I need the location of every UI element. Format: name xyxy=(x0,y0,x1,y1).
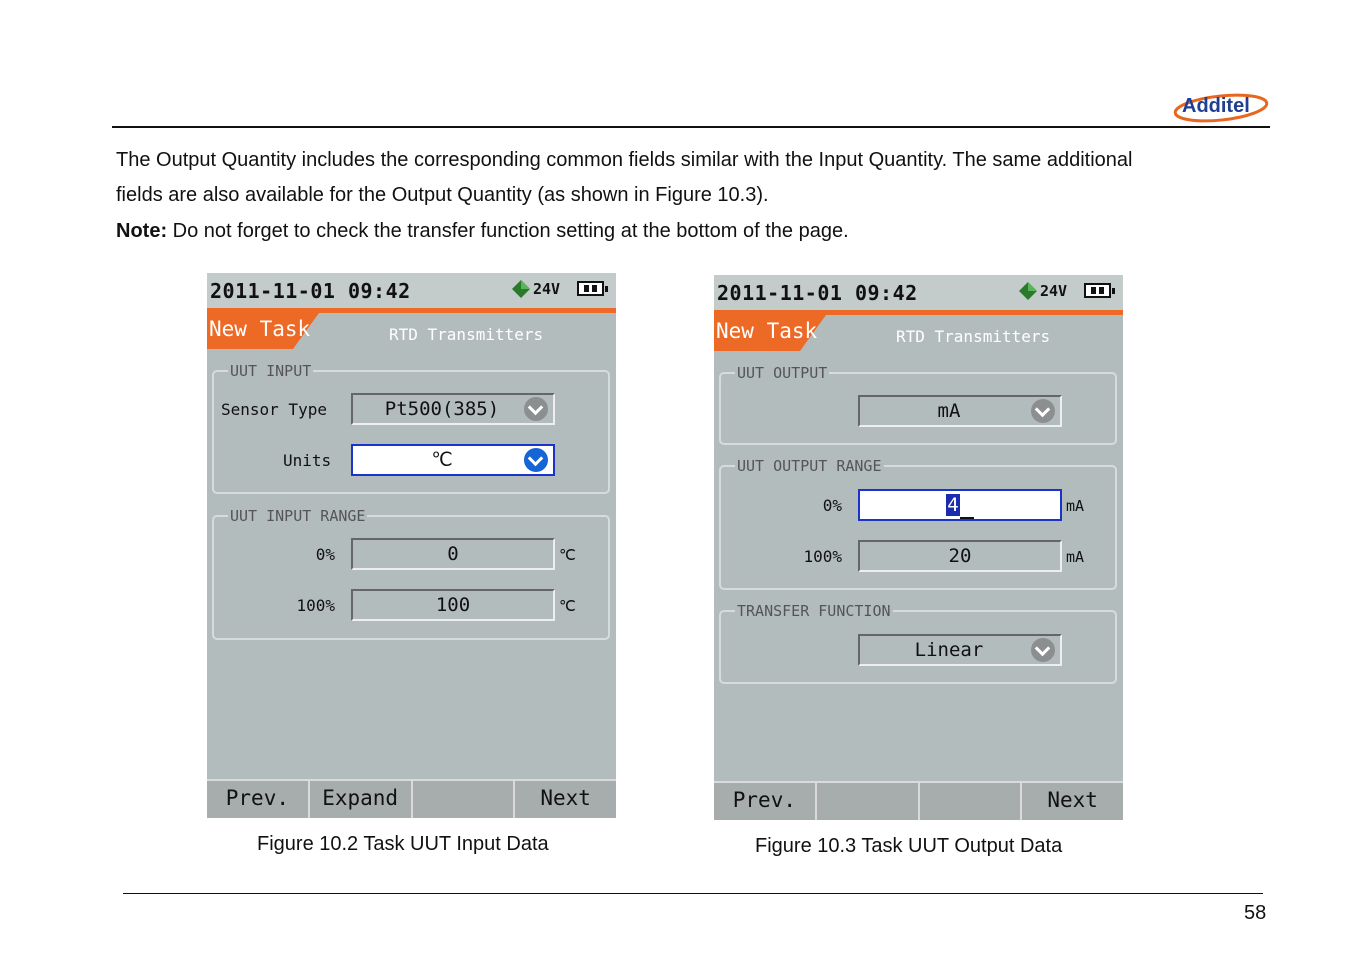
group-title: UUT OUTPUT RANGE xyxy=(735,457,884,475)
zero-percent-label: 0% xyxy=(315,545,335,564)
chevron-down-icon[interactable] xyxy=(1031,399,1055,423)
softkey-bar: Prev. Next xyxy=(714,781,1123,820)
paragraph-line-1: The Output Quantity includes the corresp… xyxy=(116,149,1133,171)
voltage-label: 24V xyxy=(533,280,561,298)
next-button[interactable]: Next xyxy=(515,779,616,818)
text-cursor xyxy=(959,501,974,519)
power-icon xyxy=(512,280,530,298)
full-percent-label: 100% xyxy=(296,596,335,615)
next-button[interactable]: Next xyxy=(1022,781,1123,820)
logo-text: Additel xyxy=(1182,95,1250,117)
softkey-bar: Prev. Expand Next xyxy=(207,779,616,818)
tab-new-task[interactable]: New Task xyxy=(716,319,817,343)
battery-icon xyxy=(577,281,608,296)
full-percent-label: 100% xyxy=(803,547,842,566)
task-subtitle: RTD Transmitters xyxy=(896,327,1051,346)
zero-unit: mA xyxy=(1066,497,1085,515)
header-rule xyxy=(112,126,1270,128)
transfer-function-select[interactable]: Linear xyxy=(858,634,1062,666)
additel-logo: Additel xyxy=(1172,88,1270,124)
sensor-type-label: Sensor Type xyxy=(221,400,327,419)
sensor-type-value: Pt500(385) xyxy=(384,398,500,420)
units-value: ℃ xyxy=(431,449,453,471)
output-unit-select[interactable]: mA xyxy=(858,395,1062,427)
blank-softkey[interactable] xyxy=(816,781,920,820)
figure-10-3-caption: Figure 10.3 Task UUT Output Data xyxy=(755,835,1063,857)
datetime: 2011-11-01 09:42 xyxy=(717,281,918,305)
full-unit: mA xyxy=(1066,548,1085,566)
chevron-down-icon[interactable] xyxy=(1031,638,1055,662)
note-label: Note: xyxy=(116,220,168,242)
figure-10-2-caption: Figure 10.2 Task UUT Input Data xyxy=(257,833,549,855)
units-select[interactable]: ℃ xyxy=(351,444,555,476)
blank-softkey[interactable] xyxy=(412,779,516,818)
expand-button[interactable]: Expand xyxy=(309,779,413,818)
note-line: Note: Do not forget to check the transfe… xyxy=(116,219,849,243)
zero-value-text: 4 xyxy=(946,494,960,516)
full-unit: ℃ xyxy=(559,597,576,615)
group-uut-input-range: UUT INPUT RANGE xyxy=(212,507,610,640)
tab-new-task[interactable]: New Task xyxy=(209,317,310,341)
group-title: UUT INPUT xyxy=(228,362,314,380)
battery-icon xyxy=(1084,283,1115,298)
note-text: Do not forget to check the transfer func… xyxy=(167,220,849,242)
paragraph-line-2: fields are also available for the Output… xyxy=(116,184,769,206)
chevron-down-icon[interactable] xyxy=(524,397,548,421)
prev-button[interactable]: Prev. xyxy=(207,779,310,818)
transfer-function-value: Linear xyxy=(914,639,984,661)
full-value-input[interactable]: 20 xyxy=(858,540,1062,572)
status-bar: 2011-11-01 09:42 24V xyxy=(714,275,1123,310)
group-title: UUT OUTPUT xyxy=(735,364,830,382)
task-subtitle: RTD Transmitters xyxy=(389,325,544,344)
figure-10-2-screen: 2011-11-01 09:42 24V New Task RTD Transm… xyxy=(207,273,616,818)
voltage-label: 24V xyxy=(1040,282,1068,300)
zero-value-input[interactable]: 4 xyxy=(858,489,1062,521)
prev-button[interactable]: Prev. xyxy=(714,781,817,820)
units-label: Units xyxy=(283,451,332,470)
page-number: 58 xyxy=(1244,902,1267,924)
power-icon xyxy=(1019,282,1037,300)
chevron-down-icon[interactable] xyxy=(524,448,548,472)
output-unit-value: mA xyxy=(937,400,961,422)
status-bar: 2011-11-01 09:42 24V xyxy=(207,273,616,308)
group-title: UUT INPUT RANGE xyxy=(228,507,368,525)
zero-unit: ℃ xyxy=(559,546,576,564)
zero-value-input[interactable]: 0 xyxy=(351,538,555,570)
full-value-input[interactable]: 100 xyxy=(351,589,555,621)
blank-softkey[interactable] xyxy=(919,781,1023,820)
zero-percent-label: 0% xyxy=(822,496,842,515)
sensor-type-select[interactable]: Pt500(385) xyxy=(351,393,555,425)
footer-rule xyxy=(123,893,1263,894)
group-title: TRANSFER FUNCTION xyxy=(735,602,893,620)
datetime: 2011-11-01 09:42 xyxy=(210,279,411,303)
figure-10-3-screen: 2011-11-01 09:42 24V New Task RTD Transm… xyxy=(714,275,1123,820)
